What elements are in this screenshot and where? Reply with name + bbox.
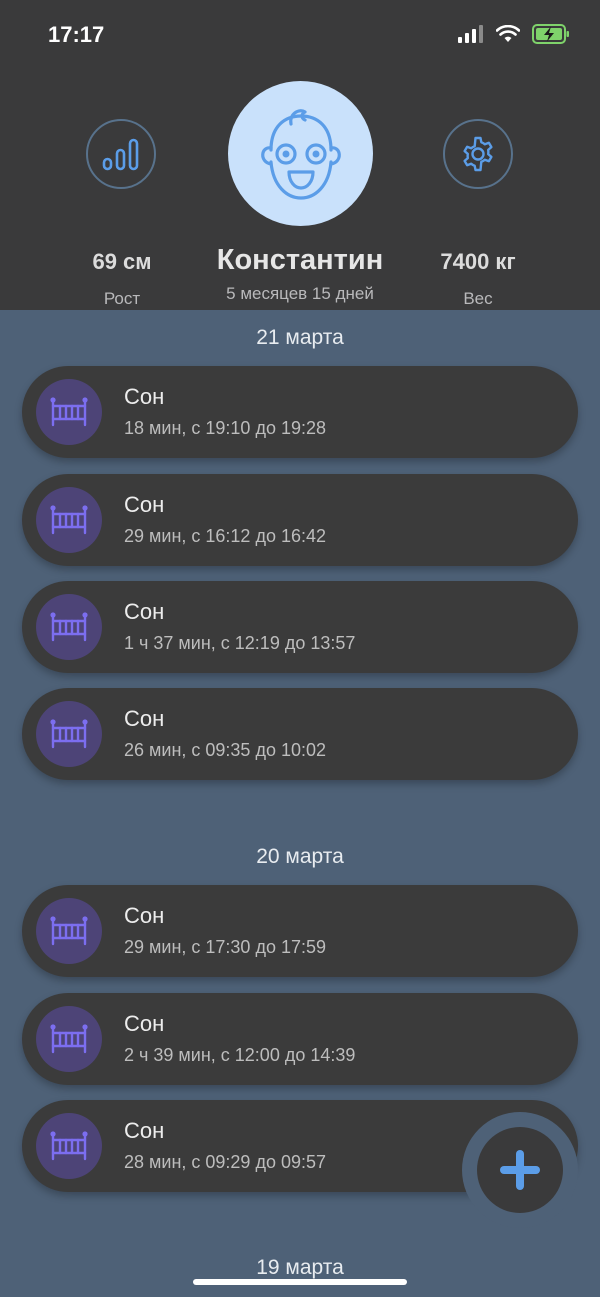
- bar-chart-icon: [102, 138, 139, 171]
- crib-icon-badge: [36, 594, 102, 660]
- entry-title: Сон: [124, 1118, 165, 1143]
- crib-icon-badge: [36, 487, 102, 553]
- date-header: 19 марта: [256, 1256, 344, 1279]
- settings-button[interactable]: [443, 119, 513, 189]
- profile-header: 17:17 69 см Рост Константин 5 месяцев 15…: [0, 0, 600, 310]
- entry-title: Сон: [124, 706, 165, 731]
- sleep-entry-card[interactable]: Сон 29 мин, с 16:12 до 16:42: [22, 474, 578, 566]
- cellular-signal-icon: [458, 25, 483, 43]
- weight-stat: 7400 кг Вес: [418, 249, 538, 309]
- weight-value: 7400 кг: [440, 249, 516, 274]
- child-age: 5 месяцев 15 дней: [226, 284, 374, 303]
- baby-avatar[interactable]: [228, 81, 373, 226]
- add-entry-fab-ring: [462, 1112, 578, 1228]
- sleep-entry-card[interactable]: Сон 2 ч 39 мин, с 12:00 до 14:39: [22, 993, 578, 1085]
- entry-detail: 18 мин, с 19:10 до 19:28: [124, 418, 326, 438]
- date-header: 20 марта: [256, 845, 344, 868]
- entry-detail: 29 мин, с 16:12 до 16:42: [124, 526, 326, 546]
- crib-icon: [50, 719, 88, 749]
- entry-title: Сон: [124, 903, 165, 928]
- sleep-entry-card[interactable]: Сон 26 мин, с 09:35 до 10:02: [22, 688, 578, 780]
- entry-title: Сон: [124, 1011, 165, 1036]
- child-name: Константин: [216, 244, 384, 276]
- battery-charging-icon: [532, 24, 569, 44]
- entry-title: Сон: [124, 492, 165, 517]
- wifi-icon: [496, 25, 520, 42]
- crib-icon-badge: [36, 1006, 102, 1072]
- sleep-entry-card[interactable]: Сон 1 ч 37 мин, с 12:19 до 13:57: [22, 581, 578, 673]
- crib-icon: [50, 612, 88, 642]
- crib-icon: [50, 916, 88, 946]
- sleep-entry-card[interactable]: Сон 18 мин, с 19:10 до 19:28: [22, 366, 578, 458]
- entry-title: Сон: [124, 599, 165, 624]
- entry-detail: 28 мин, с 09:29 до 09:57: [124, 1152, 326, 1172]
- crib-icon-badge: [36, 898, 102, 964]
- crib-icon-badge: [36, 701, 102, 767]
- status-time: 17:17: [48, 22, 105, 47]
- crib-icon: [50, 1131, 88, 1161]
- crib-icon: [50, 1024, 88, 1054]
- sleep-entry-card[interactable]: Сон 29 мин, с 17:30 до 17:59: [22, 885, 578, 977]
- entry-detail: 2 ч 39 мин, с 12:00 до 14:39: [124, 1045, 356, 1065]
- crib-icon-badge: [36, 379, 102, 445]
- entry-detail: 29 мин, с 17:30 до 17:59: [124, 937, 326, 957]
- crib-icon-badge: [36, 1113, 102, 1179]
- add-entry-button[interactable]: [477, 1127, 563, 1213]
- crib-icon: [50, 505, 88, 535]
- status-bar: 17:17: [0, 0, 600, 70]
- entry-detail: 1 ч 37 мин, с 12:19 до 13:57: [124, 633, 356, 653]
- date-header: 21 марта: [256, 326, 344, 349]
- entry-title: Сон: [124, 384, 165, 409]
- baby-face-icon: [260, 108, 341, 200]
- plus-icon: [500, 1150, 540, 1190]
- gear-icon: [463, 136, 493, 172]
- home-indicator[interactable]: [193, 1279, 407, 1285]
- status-icons: [458, 24, 570, 44]
- growth-chart-button[interactable]: [86, 119, 156, 189]
- crib-icon: [50, 397, 88, 427]
- weight-label: Вес: [463, 289, 493, 308]
- entry-detail: 26 мин, с 09:35 до 10:02: [124, 740, 326, 760]
